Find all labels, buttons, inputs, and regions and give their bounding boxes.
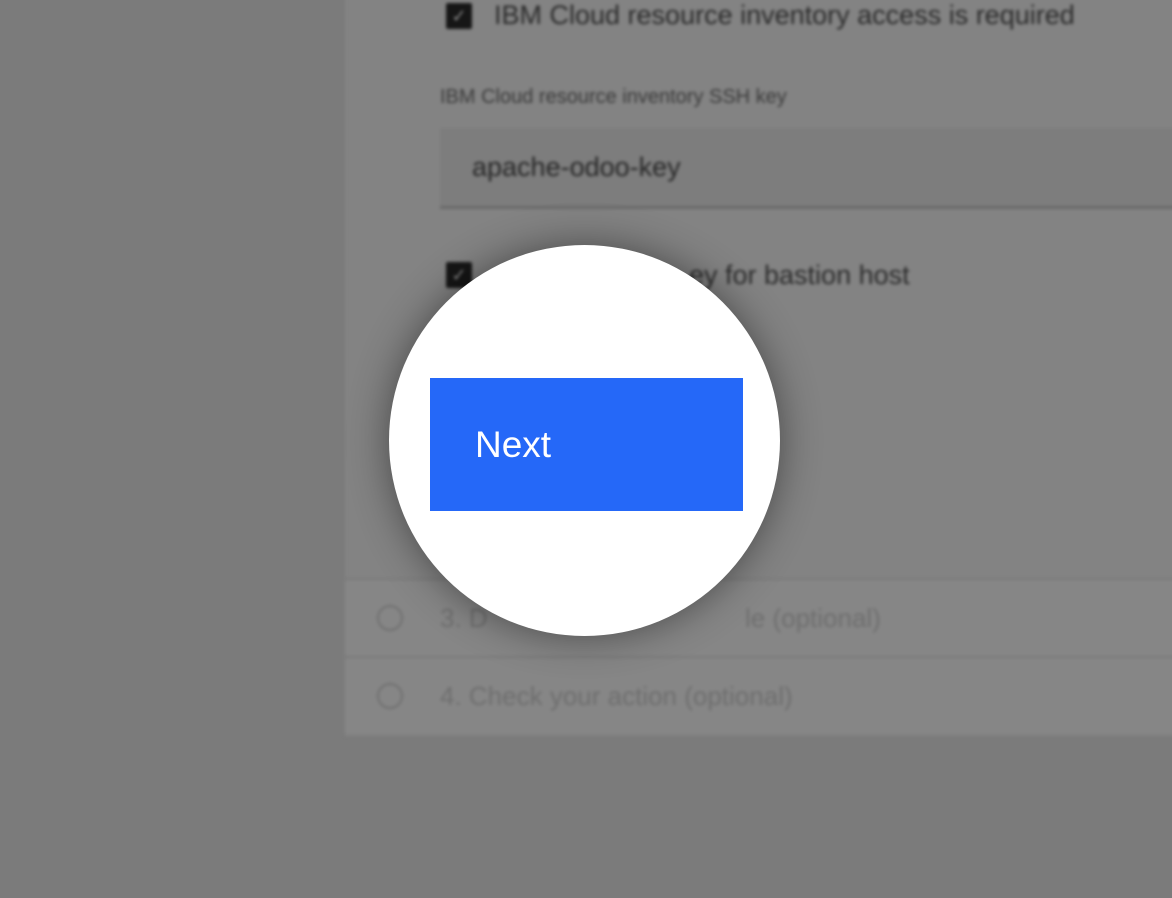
inventory-access-label: IBM Cloud resource inventory access is r… [494,0,1075,30]
ssh-key-input[interactable]: apache-odoo-key [440,128,1172,209]
next-button[interactable]: Next [430,378,743,511]
spotlight-magnifier: Next [389,245,780,636]
ssh-key-field-label: IBM Cloud resource inventory SSH key [440,86,787,108]
step-3-label-start: 3. D [440,603,488,633]
inventory-access-checkbox[interactable]: ✓ [446,3,472,29]
bastion-checkbox-label: ey for bastion host [689,260,910,290]
ssh-key-input-value: apache-odoo-key [472,152,681,182]
step-3-label-end: le (optional) [745,603,881,633]
step-3-radio-icon[interactable] [377,605,403,631]
step-4-label: 4. Check your action (optional) [440,681,793,711]
step-4-radio-icon[interactable] [377,683,403,709]
tutorial-stage: ✓ IBM Cloud resource inventory access is… [0,0,1172,898]
